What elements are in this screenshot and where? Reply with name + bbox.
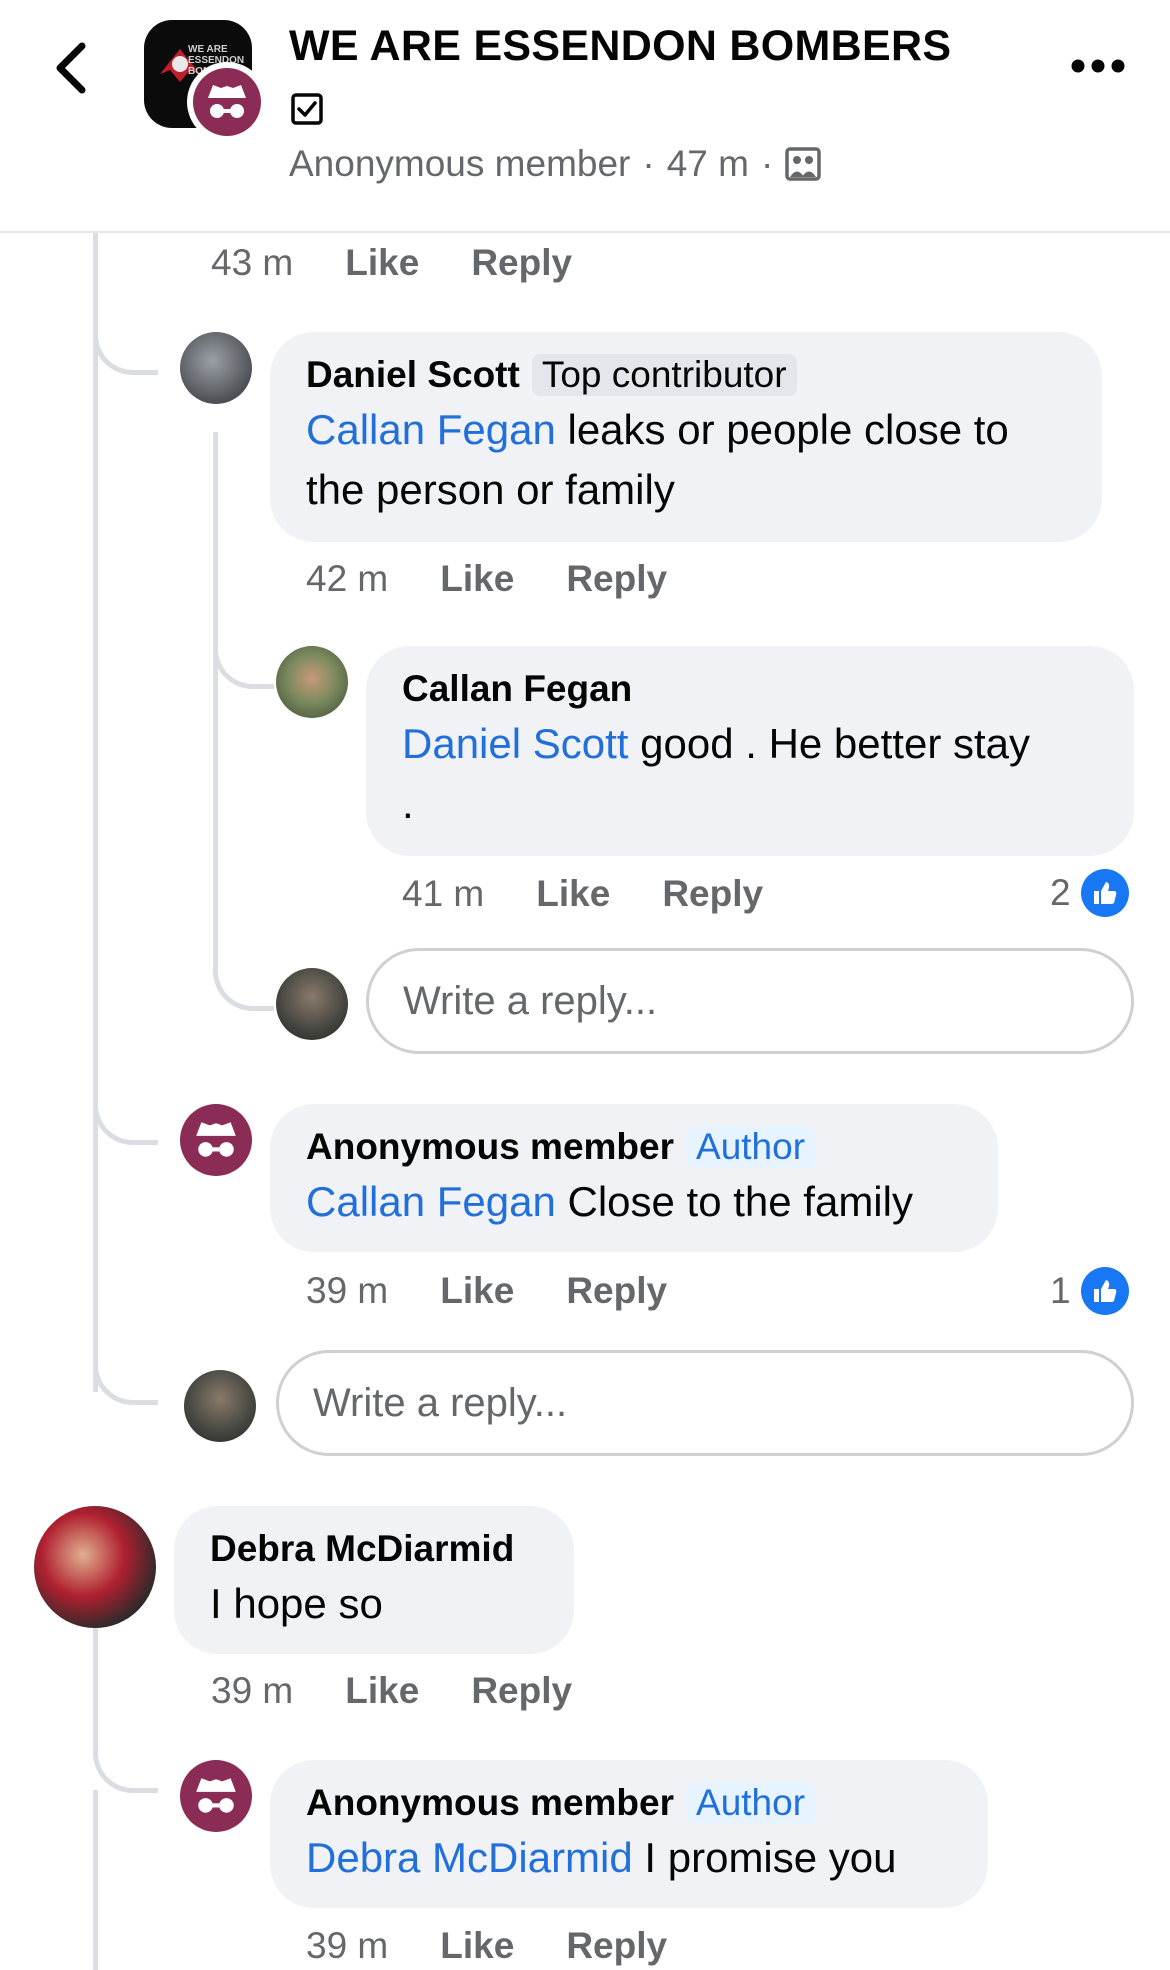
reaction-number: 1 — [1050, 1270, 1071, 1311]
comment-actions: 41 m Like Reply — [402, 873, 763, 915]
more-options-icon[interactable] — [1068, 56, 1128, 76]
like-button[interactable]: Like — [345, 1670, 419, 1712]
current-user-avatar — [184, 1370, 256, 1442]
commenter-name[interactable]: Debra McDiarmid — [210, 1528, 514, 1570]
avatar[interactable] — [34, 1506, 156, 1628]
comment-text: I hope so — [210, 1580, 383, 1627]
reaction-count[interactable]: 1 — [1050, 1267, 1129, 1315]
thread-line — [93, 1625, 98, 1710]
meta-separator: · — [760, 143, 774, 184]
reply-input[interactable]: Write a reply... — [366, 948, 1134, 1054]
reply-placeholder: Write a reply... — [403, 978, 658, 1023]
like-button[interactable]: Like — [345, 242, 419, 284]
avatar[interactable] — [180, 332, 252, 404]
group-audience-icon — [785, 147, 822, 181]
comment-bubble: Anonymous member Author Debra McDiarmid … — [270, 1760, 988, 1908]
comment-bubble: Callan Fegan Daniel Scott good . He bett… — [366, 646, 1134, 856]
anonymous-avatar — [187, 62, 267, 142]
comment-actions: 39 m Like Reply — [306, 1925, 667, 1967]
reaction-number: 2 — [1050, 872, 1071, 913]
comment-time: 43 m — [211, 242, 294, 283]
thread-connector — [93, 1700, 158, 1793]
reply-input[interactable]: Write a reply... — [276, 1350, 1134, 1456]
comment-text-line: . — [402, 780, 414, 827]
back-chevron-icon[interactable] — [48, 38, 98, 98]
commenter-name[interactable]: Anonymous member — [306, 1782, 674, 1824]
post-header: WE ARE ESSENDON BOMBERS WE ARE ESSENDON … — [0, 0, 1170, 233]
comment-time: 39 m — [306, 1270, 389, 1311]
thumbs-up-icon — [1080, 1267, 1129, 1315]
comment-time: 42 m — [306, 558, 389, 599]
comment-actions: 39 m Like Reply — [211, 1670, 572, 1712]
current-user-avatar — [276, 968, 348, 1040]
comment-text-line: leaks or people close to — [555, 406, 1009, 453]
comment-time: 39 m — [211, 1670, 294, 1711]
reply-button[interactable]: Reply — [566, 1925, 667, 1967]
reply-button[interactable]: Reply — [566, 1270, 667, 1312]
mention-link[interactable]: Callan Fegan — [306, 1178, 556, 1225]
like-button[interactable]: Like — [440, 558, 514, 600]
comment-actions: 42 m Like Reply — [306, 558, 667, 600]
author-badge: Author — [686, 1126, 816, 1168]
incognito-icon — [196, 1122, 236, 1157]
incognito-icon — [208, 85, 246, 118]
post-time[interactable]: 47 m — [667, 143, 749, 185]
comment-time: 41 m — [402, 873, 485, 914]
like-button[interactable]: Like — [440, 1270, 514, 1312]
reaction-count[interactable]: 2 — [1050, 869, 1129, 917]
group-name[interactable]: WE ARE ESSENDON BOMBERS — [289, 22, 951, 71]
thread-connector — [93, 1000, 158, 1145]
commenter-name[interactable]: Anonymous member — [306, 1126, 674, 1168]
comment-text-line: the person or family — [306, 466, 675, 513]
mention-link[interactable]: Daniel Scott — [402, 720, 628, 767]
comment-actions: 39 m Like Reply — [306, 1270, 667, 1312]
comment-bubble: Daniel Scott Top contributor Callan Fega… — [270, 332, 1102, 542]
thread-connector — [93, 232, 158, 375]
top-contributor-badge: Top contributor — [531, 354, 797, 396]
post-meta: Anonymous member · 47 m · — [289, 143, 822, 185]
thread-connector — [213, 900, 274, 1011]
thumbs-up-icon — [1080, 869, 1129, 917]
mention-link[interactable]: Callan Fegan — [306, 406, 556, 453]
reply-placeholder: Write a reply... — [313, 1380, 568, 1425]
reply-button[interactable]: Reply — [471, 242, 572, 284]
comment-text: Callan Fegan leaks or people close to the… — [306, 400, 1066, 520]
post-author[interactable]: Anonymous member — [289, 143, 630, 185]
comment-text-line: good . He better stay — [628, 720, 1031, 767]
anonymous-avatar — [180, 1104, 252, 1176]
thread-connector — [93, 1200, 158, 1405]
comment-actions: 43 m Like Reply — [211, 242, 572, 284]
mention-link[interactable]: Debra McDiarmid — [306, 1834, 633, 1881]
comment-text: Daniel Scott good . He better stay. — [402, 714, 1098, 834]
reply-button[interactable]: Reply — [566, 558, 667, 600]
incognito-icon — [196, 1778, 236, 1813]
comment-text-line: Close to the family — [555, 1178, 913, 1225]
reply-button[interactable]: Reply — [471, 1670, 572, 1712]
reply-button[interactable]: Reply — [662, 873, 763, 915]
comment-bubble: Anonymous member Author Callan Fegan Clo… — [270, 1104, 998, 1252]
avatar[interactable] — [276, 646, 348, 718]
like-button[interactable]: Like — [440, 1925, 514, 1967]
comment-time: 39 m — [306, 1925, 389, 1966]
thread-connector — [213, 600, 274, 689]
author-badge: Author — [686, 1782, 816, 1824]
anonymous-avatar — [180, 1760, 252, 1832]
like-button[interactable]: Like — [536, 873, 610, 915]
commenter-name[interactable]: Callan Fegan — [402, 668, 632, 710]
comment-text-line: I promise you — [632, 1834, 897, 1881]
commenter-name[interactable]: Daniel Scott — [306, 354, 520, 396]
meta-separator: · — [642, 143, 655, 184]
checkbox-icon — [291, 93, 323, 125]
thread-line — [93, 1790, 98, 1970]
comment-bubble: Debra McDiarmid I hope so — [174, 1506, 574, 1654]
comment-text: Debra McDiarmid I promise you — [306, 1828, 952, 1888]
thread-line — [213, 432, 218, 952]
comment-text: Callan Fegan Close to the family — [306, 1172, 962, 1232]
